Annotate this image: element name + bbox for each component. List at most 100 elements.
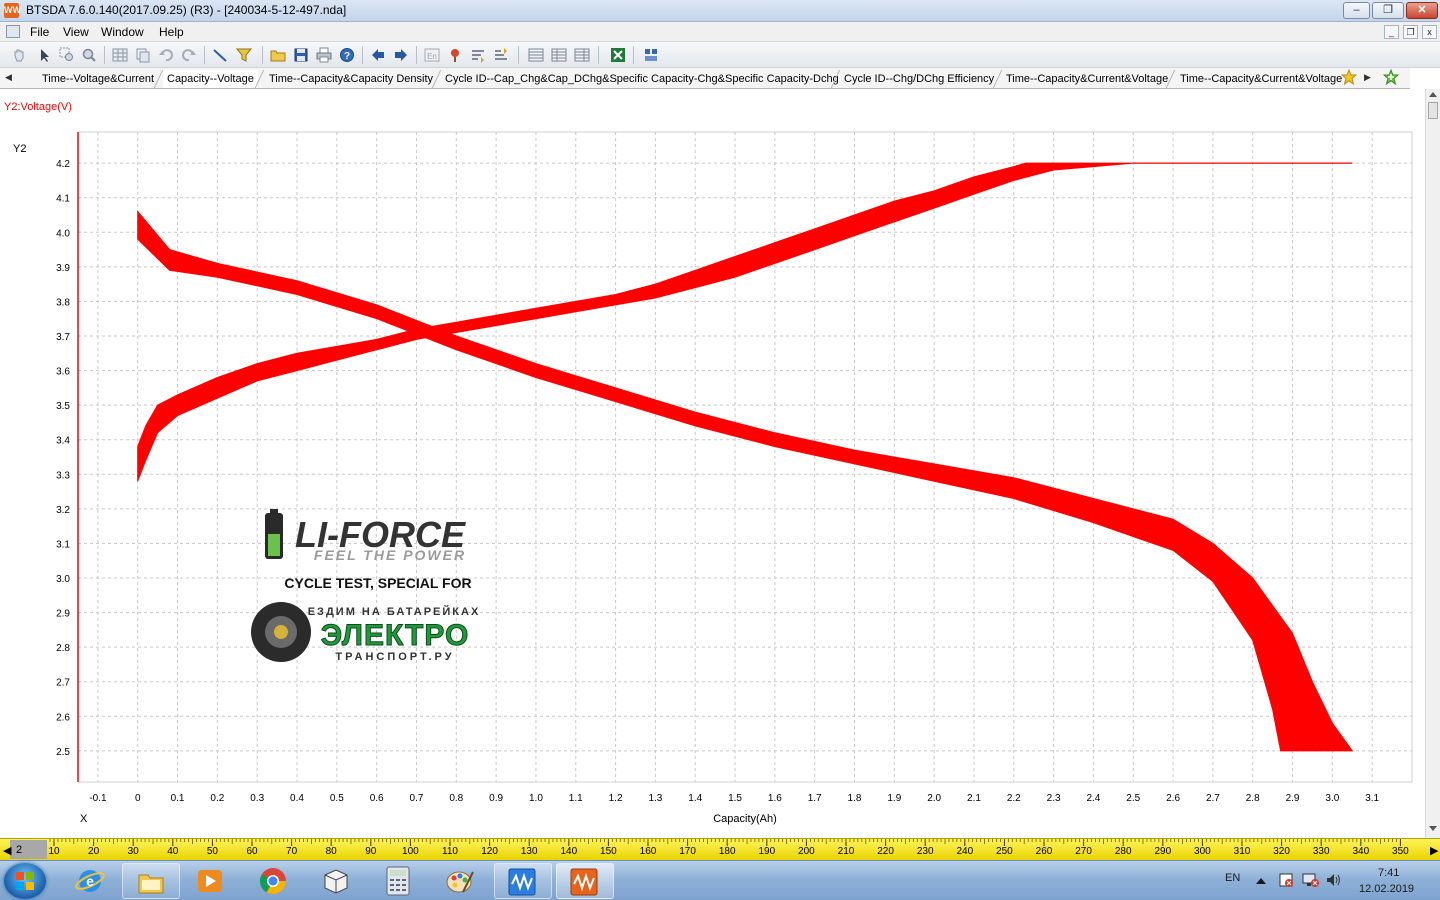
favorite-star-icon[interactable] (1341, 69, 1357, 85)
media-player-icon (198, 870, 222, 892)
language-indicator[interactable]: EN (1225, 872, 1240, 884)
table-icon[interactable] (528, 47, 544, 63)
taskbar-explorer[interactable] (122, 863, 180, 899)
document-menu-icon[interactable] (6, 25, 20, 38)
start-button[interactable] (4, 863, 46, 899)
tab-capacity-voltage[interactable]: Capacity--Voltage (163, 70, 258, 88)
minimize-button[interactable]: – (1343, 2, 1370, 19)
ie-icon: e (75, 870, 105, 892)
chrome-icon (259, 868, 287, 895)
taskbar-btsda-active[interactable] (556, 863, 614, 899)
maximize-button[interactable]: ❐ (1372, 2, 1404, 19)
tab-scroll-left-button[interactable]: ◀ (5, 72, 12, 83)
y-tick-label: 2.9 (56, 609, 70, 620)
line-icon[interactable] (212, 47, 228, 63)
taskbar-media-player[interactable] (182, 863, 240, 899)
volume-icon[interactable] (1326, 872, 1342, 888)
mdi-restore-button[interactable]: ❐ (1403, 25, 1418, 39)
tab-time-capacity-current-voltage-2[interactable]: Time--Capacity&Current&Voltage (1180, 70, 1342, 88)
menu-help[interactable]: Help (159, 25, 184, 39)
excel-icon[interactable] (610, 47, 626, 63)
ruler-label: 130 (521, 846, 538, 857)
ruler-left-arrow[interactable]: ◀ (3, 845, 12, 857)
chart-panel[interactable]: Y2:Voltage(V) Y2 X Capacity(Ah) 2.5 2.6 2.… (0, 89, 1425, 838)
taskbar-btsda[interactable] (494, 863, 552, 899)
add-chart-icon[interactable] (1383, 69, 1399, 85)
mdi-close-button[interactable]: x (1422, 25, 1437, 39)
action-center-icon[interactable] (1278, 872, 1294, 888)
y-tick-label: 3.2 (56, 505, 70, 516)
pointer-icon[interactable] (37, 47, 53, 63)
tab-time-capacity-density[interactable]: Time--Capacity&Capacity Density (269, 70, 433, 88)
vertical-scrollbar[interactable] (1425, 89, 1440, 838)
x-tick-labels: -0.1 0 0.1 0.2 0.3 0.4 0.5 0.6 0.7 0.8 0.9 1.0 1.1 1.… (89, 793, 1379, 804)
print-icon[interactable] (316, 47, 332, 63)
ruler-right-arrow[interactable]: ▶ (1430, 845, 1439, 857)
menu-file[interactable]: File (30, 25, 49, 39)
x-tick-label: 1.3 (648, 793, 662, 804)
mdi-minimize-button[interactable]: _ (1384, 25, 1399, 39)
toolbar-separator (633, 46, 634, 64)
filter-icon[interactable] (236, 47, 252, 63)
table3-icon[interactable] (574, 47, 590, 63)
ruler-label: 150 (600, 846, 617, 857)
hand-icon[interactable] (11, 47, 27, 63)
x-tick-label: 0.8 (449, 793, 463, 804)
ruler-label: 240 (956, 846, 973, 857)
help-icon[interactable]: ? (339, 47, 355, 63)
zoom-rect-icon[interactable] (59, 47, 75, 63)
language-icon[interactable]: En (424, 47, 440, 63)
windows-logo-icon (16, 872, 34, 890)
taskbar-ie[interactable]: e (62, 863, 120, 899)
tab-cycle-efficiency[interactable]: Cycle ID--Chg/DChg Efficiency (844, 70, 994, 88)
clock-date[interactable]: 12.02.2019 (1359, 883, 1414, 895)
ruler-scale[interactable]: ◀ ▶ 2 10 20 30 40 50 60 70 80 90 100 110 120 130 140 1… (0, 839, 1440, 861)
clock-time[interactable]: 7:41 (1378, 867, 1399, 879)
taskbar-calculator[interactable] (370, 863, 428, 899)
taskbar-chrome[interactable] (245, 863, 303, 899)
table2-icon[interactable] (551, 47, 567, 63)
x-tick-label: 2.9 (1286, 793, 1300, 804)
x-tick-label: 2.4 (1086, 793, 1100, 804)
close-button[interactable]: ✕ (1406, 2, 1438, 19)
taskbar-paint[interactable] (432, 863, 490, 899)
layout-icon[interactable] (643, 47, 659, 63)
back-icon[interactable] (370, 47, 386, 63)
scroll-up-icon[interactable] (1429, 91, 1437, 99)
grid-icon[interactable] (112, 47, 128, 63)
sort-asc-icon[interactable] (470, 47, 486, 63)
y-tick-label: 4.2 (56, 159, 70, 170)
taskbar-package[interactable] (308, 863, 366, 899)
cycle-ruler[interactable]: ◀ ▶ 2 10 20 30 40 50 60 70 80 90 100 110 120 130 140 1… (0, 838, 1440, 860)
tab-scroll-right-button[interactable]: ▶ (1364, 72, 1371, 83)
taskbar: e EN 7:41 12.02.2019 (0, 860, 1440, 900)
tab-cycle-capacity[interactable]: Cycle ID--Cap_Chg&Cap_DChg&Specific Capa… (445, 70, 839, 88)
scrollbar-thumb[interactable] (1428, 102, 1438, 119)
pin-icon[interactable] (447, 47, 463, 63)
redo-icon[interactable] (181, 47, 197, 63)
y-tick-label: 2.8 (56, 643, 70, 654)
chart-tab-bar: ◀ Time--Voltage&Current Capacity--Voltag… (0, 68, 1410, 89)
ruler-label: 100 (402, 846, 419, 857)
title-bar: WW BTSDA 7.6.0.140(2017.09.25) (R3) - [2… (0, 0, 1440, 22)
capacity-voltage-chart[interactable]: Y2:Voltage(V) Y2 X Capacity(Ah) 2.52.62.… (0, 89, 1425, 838)
zoom-icon[interactable] (81, 47, 97, 63)
copy-icon[interactable] (135, 47, 151, 63)
x-tick-label: -0.1 (89, 793, 107, 804)
tab-time-voltage-current[interactable]: Time--Voltage&Current (42, 70, 154, 88)
app-icon[interactable]: WW (4, 3, 21, 18)
save-icon[interactable] (293, 47, 309, 63)
svg-text:En: En (427, 52, 437, 61)
tab-time-capacity-current-voltage[interactable]: Time--Capacity&Current&Voltage (1006, 70, 1168, 88)
scroll-down-icon[interactable] (1429, 824, 1437, 832)
ruler-label: 60 (246, 846, 258, 857)
show-hidden-icons-icon[interactable] (1256, 877, 1266, 885)
undo-icon[interactable] (158, 47, 174, 63)
forward-icon[interactable] (393, 47, 409, 63)
menu-window[interactable]: Window (101, 25, 144, 39)
sort-desc-icon[interactable] (493, 47, 509, 63)
menu-view[interactable]: View (63, 25, 89, 39)
network-icon[interactable] (1302, 872, 1320, 888)
x-tick-label: 2.2 (1007, 793, 1021, 804)
open-folder-icon[interactable] (270, 47, 286, 63)
